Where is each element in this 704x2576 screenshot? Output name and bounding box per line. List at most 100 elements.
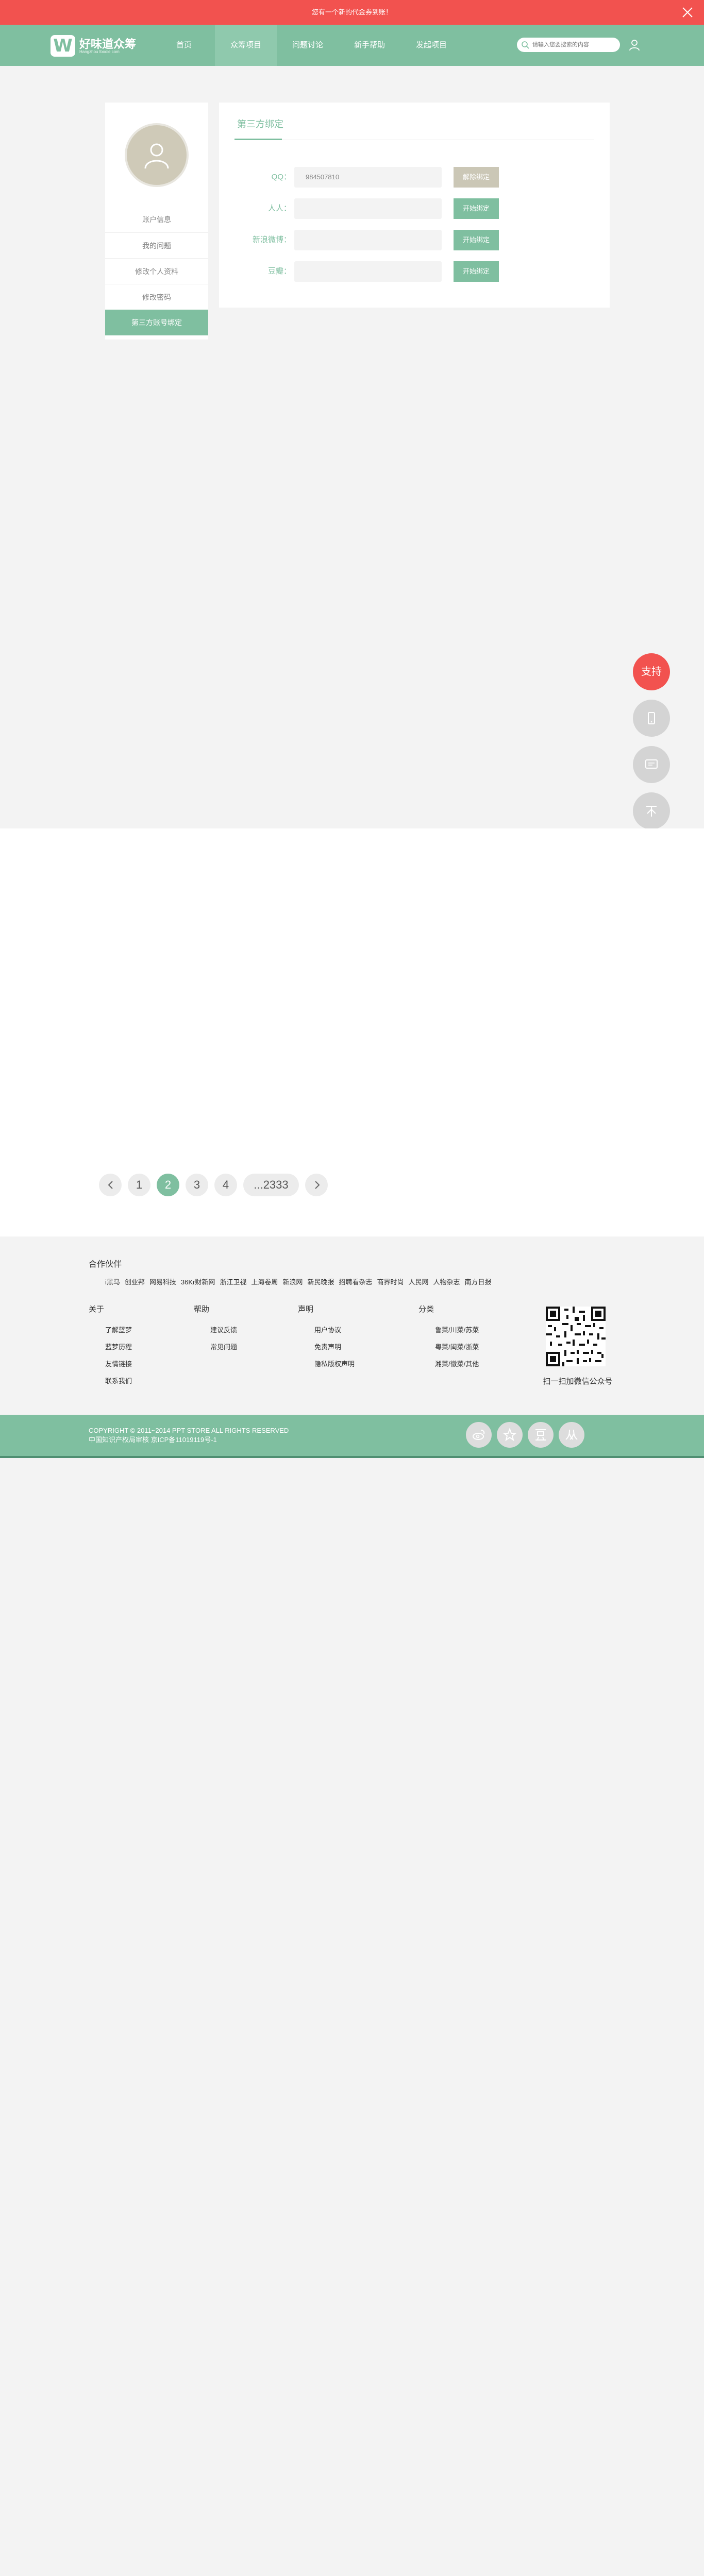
partner-link[interactable]: 上海卷周 (251, 1277, 278, 1286)
footer-col-category: 分类 鲁菜/川菜/苏菜 粤菜/闽菜/浙菜 湘菜/徽菜/其他 (418, 1303, 479, 1372)
footer-link[interactable]: 联系我们 (89, 1372, 132, 1389)
page-button-last[interactable]: ...2333 (243, 1174, 299, 1196)
binding-row-renren: 人人： 开始绑定 (219, 198, 610, 219)
binding-value (294, 198, 442, 219)
favorite-link[interactable] (497, 1422, 523, 1448)
partner-link[interactable]: 招聘看杂志 (339, 1277, 372, 1286)
page-button-4[interactable]: 4 (214, 1174, 237, 1196)
weibo-link[interactable] (466, 1422, 492, 1448)
footer-link[interactable]: 友情链接 (89, 1355, 132, 1372)
sidebar-menu: 账户信息 我的问题 修改个人资料 修改密码 第三方账号绑定 (105, 207, 208, 335)
bind-button[interactable]: 开始绑定 (454, 261, 499, 282)
partner-link[interactable]: 网易科技 (149, 1277, 176, 1286)
promo-banner: 您有一个新的代金券到账！ (0, 0, 704, 25)
sidebar-item-third-party[interactable]: 第三方账号绑定 (105, 310, 208, 335)
qr-caption: 扫一扫加微信公众号 (543, 1377, 613, 1386)
binding-value (294, 261, 442, 282)
title-underline (234, 139, 282, 140)
nav-start-project[interactable]: 发起项目 (400, 25, 462, 66)
binding-row-douban: 豆瓣： 开始绑定 (219, 261, 610, 282)
avatar[interactable] (125, 123, 189, 187)
close-icon[interactable] (681, 6, 694, 19)
support-button[interactable]: 支持 (633, 653, 670, 690)
sidebar-item-account-info[interactable]: 账户信息 (105, 207, 208, 232)
main-nav: 首页 众筹项目 问题讨论 新手帮助 发起项目 (153, 25, 462, 66)
star-icon (502, 1428, 517, 1442)
nav-projects[interactable]: 众筹项目 (215, 25, 277, 66)
page-button-1[interactable]: 1 (128, 1174, 150, 1196)
partners-section: 合作伙伴 i黑马 创业邦 网易科技 36Kr财新网 浙江卫视 上海卷周 新浪网 … (89, 1257, 492, 1286)
partner-link[interactable]: 新浪网 (282, 1277, 303, 1286)
floating-toolbar: 支持 (633, 653, 670, 839)
footer-link[interactable]: 隐私版权声明 (298, 1355, 355, 1372)
page-title: 第三方绑定 (237, 119, 283, 129)
partner-link[interactable]: 新民晚报 (307, 1277, 334, 1286)
mobile-button[interactable] (633, 700, 670, 737)
sidebar-item-my-questions[interactable]: 我的问题 (105, 232, 208, 258)
footer-link[interactable]: 湘菜/徽菜/其他 (418, 1355, 479, 1372)
partner-link[interactable]: 创业邦 (125, 1277, 145, 1286)
footer-link[interactable]: 鲁菜/川菜/苏菜 (418, 1321, 479, 1338)
renren-link[interactable] (559, 1422, 584, 1448)
partner-link[interactable]: 商界时尚 (377, 1277, 404, 1286)
partner-link[interactable]: 南方日报 (465, 1277, 492, 1286)
phone-icon (648, 712, 655, 724)
partner-link[interactable]: 36Kr财新网 (181, 1277, 215, 1286)
next-page-button[interactable] (305, 1174, 328, 1196)
binding-label: QQ： (271, 173, 291, 181)
footer-link[interactable]: 建议反馈 (194, 1321, 237, 1338)
brand-subtitle: Hangzhou foodie com (79, 49, 120, 54)
sidebar-item-edit-profile[interactable]: 修改个人资料 (105, 258, 208, 284)
chevron-right-icon (315, 1181, 320, 1189)
footer-link[interactable]: 粤菜/闽菜/浙菜 (418, 1338, 479, 1355)
footer-col-help: 帮助 建议反馈 常见问题 (194, 1303, 237, 1355)
unbind-button[interactable]: 解除绑定 (454, 167, 499, 188)
footer-link[interactable]: 常见问题 (194, 1338, 237, 1355)
partner-link[interactable]: 人民网 (408, 1277, 428, 1286)
renren-icon (565, 1429, 578, 1440)
copyright: COPYRIGHT © 2011~2014 PPT STORE ALL RIGH… (89, 1426, 289, 1445)
partner-link[interactable]: 人物杂志 (433, 1277, 460, 1286)
binding-value: 984507810 (294, 167, 442, 188)
douban-link[interactable] (528, 1422, 554, 1448)
person-icon (144, 143, 169, 169)
page-button-3[interactable]: 3 (186, 1174, 208, 1196)
douban-icon (535, 1429, 546, 1440)
partner-link[interactable]: 浙江卫视 (220, 1277, 246, 1286)
nav-discussion[interactable]: 问题讨论 (277, 25, 339, 66)
social-links (466, 1422, 590, 1448)
partner-list: i黑马 创业邦 网易科技 36Kr财新网 浙江卫视 上海卷周 新浪网 新民晚报 … (105, 1277, 621, 1286)
site-footer: COPYRIGHT © 2011~2014 PPT STORE ALL RIGH… (0, 1415, 704, 1458)
footer-col-statement: 声明 用户协议 免责声明 隐私版权声明 (298, 1303, 355, 1372)
footer-link[interactable]: 蓝梦历程 (89, 1338, 132, 1355)
arrow-up-icon (646, 806, 657, 817)
binding-row-qq: QQ： 984507810 解除绑定 (219, 167, 610, 188)
bind-button[interactable]: 开始绑定 (454, 230, 499, 250)
prev-page-button[interactable] (99, 1174, 122, 1196)
chat-icon (645, 759, 658, 769)
footer-link[interactable]: 了解蓝梦 (89, 1321, 132, 1338)
user-icon[interactable] (628, 38, 641, 52)
search-input[interactable] (531, 40, 616, 50)
bind-button[interactable]: 开始绑定 (454, 198, 499, 219)
nav-home[interactable]: 首页 (153, 25, 215, 66)
footer-link[interactable]: 免责声明 (298, 1338, 355, 1355)
footer-col-title: 声明 (298, 1305, 314, 1314)
promo-text: 您有一个新的代金券到账！ (311, 8, 392, 16)
search-icon[interactable] (521, 41, 529, 49)
copyright-line: COPYRIGHT © 2011~2014 PPT STORE ALL RIGH… (89, 1427, 289, 1434)
weibo-icon (473, 1430, 485, 1440)
footer-col-about: 关于 了解蓝梦 蓝梦历程 友情链接 联系我们 (89, 1303, 132, 1389)
footer-col-title: 分类 (418, 1305, 434, 1314)
sidebar-item-change-password[interactable]: 修改密码 (105, 284, 208, 310)
pagination: 1 2 3 4 ...2333 (99, 1174, 334, 1196)
nav-help[interactable]: 新手帮助 (339, 25, 400, 66)
site-logo[interactable]: W 好味道众筹 Hangzhou foodie com (51, 35, 154, 57)
partners-title: 合作伙伴 (89, 1260, 122, 1269)
message-button[interactable] (633, 746, 670, 783)
footer-link[interactable]: 用户协议 (298, 1321, 355, 1338)
back-to-top-button[interactable] (633, 792, 670, 829)
qr-code-image (546, 1307, 606, 1366)
partner-link[interactable]: i黑马 (105, 1277, 120, 1286)
page-button-2[interactable]: 2 (157, 1174, 179, 1196)
